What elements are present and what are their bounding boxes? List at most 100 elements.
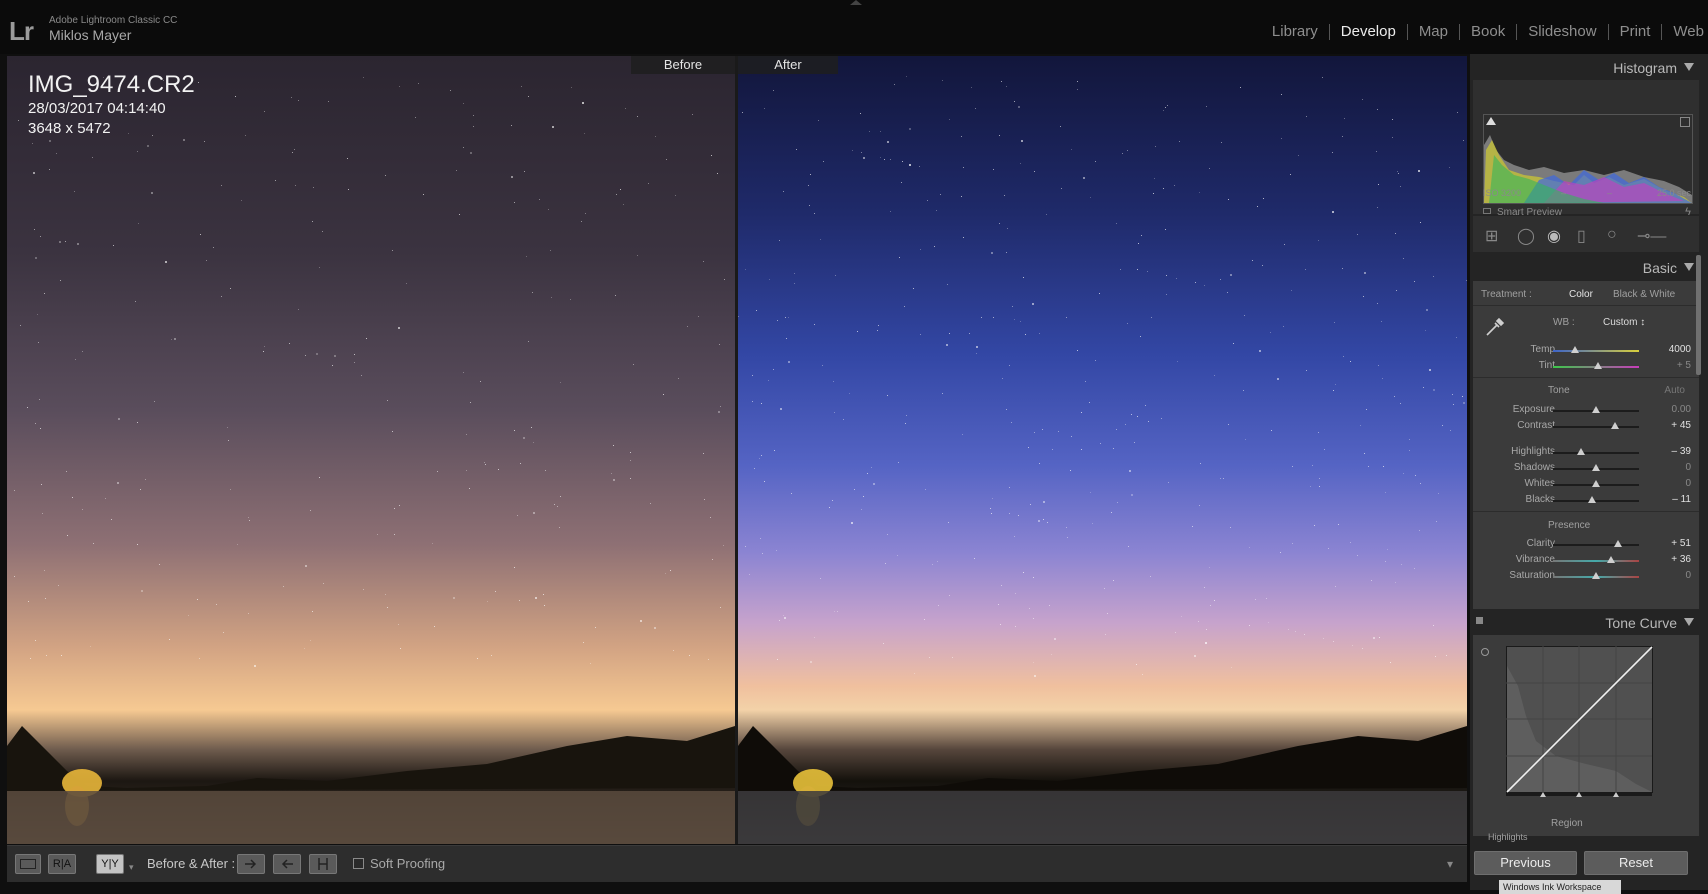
presence-label: Presence xyxy=(1548,520,1591,531)
star xyxy=(1113,580,1114,581)
highlight-clipping-warning-icon[interactable] xyxy=(1680,117,1690,127)
star xyxy=(1148,421,1149,422)
soft-proofing-checkbox[interactable] xyxy=(353,858,364,869)
star xyxy=(963,237,964,238)
treatment-bw-option[interactable]: Black & White xyxy=(1613,289,1675,300)
tone-curve-header[interactable]: Tone Curve xyxy=(1473,609,1699,635)
slider-thumb[interactable] xyxy=(1592,464,1600,471)
star xyxy=(1334,322,1335,323)
blacks-slider[interactable]: Blacks – 11 xyxy=(1473,492,1699,508)
basic-header[interactable]: Basic xyxy=(1473,254,1699,280)
star xyxy=(470,152,472,154)
star xyxy=(835,275,836,276)
clarity-slider[interactable]: Clarity + 51 xyxy=(1473,536,1699,552)
before-after-left-right-split-button[interactable]: Y|Y xyxy=(96,854,124,874)
tone-curve-graph[interactable] xyxy=(1506,646,1654,798)
slider-thumb[interactable] xyxy=(1577,448,1586,455)
right-panel-scrollbar[interactable] xyxy=(1696,255,1701,375)
star xyxy=(675,195,676,196)
module-print[interactable]: Print xyxy=(1609,24,1663,40)
slider-thumb[interactable] xyxy=(1592,572,1600,579)
star xyxy=(687,326,688,327)
copy-before-to-after-button[interactable] xyxy=(237,854,265,874)
wb-dropdown[interactable]: Custom ↕ xyxy=(1603,317,1645,328)
vibrance-slider[interactable]: Vibrance + 36 xyxy=(1473,552,1699,568)
module-web[interactable]: Web xyxy=(1662,24,1708,40)
tone-auto-button[interactable]: Auto xyxy=(1664,385,1685,396)
star xyxy=(1452,394,1453,395)
crop-icon[interactable]: ⊞ xyxy=(1485,226,1498,246)
wb-eyedropper-icon[interactable] xyxy=(1483,315,1507,339)
before-after-left-right-button[interactable]: R|A xyxy=(48,854,76,874)
view-mode-dropdown-icon[interactable]: ▾ xyxy=(129,862,134,873)
adjustment-brush-icon[interactable]: ⊸— xyxy=(1637,226,1666,246)
star xyxy=(834,412,835,413)
shadow-clipping-warning-icon[interactable] xyxy=(1486,117,1496,125)
star xyxy=(570,299,571,300)
targeted-adjustment-icon[interactable] xyxy=(1481,648,1489,656)
star xyxy=(463,147,464,148)
swap-before-after-button[interactable] xyxy=(309,854,337,874)
slider-thumb[interactable] xyxy=(1592,406,1600,413)
exposure-slider[interactable]: Exposure 0.00 xyxy=(1473,402,1699,418)
previous-button[interactable]: Previous xyxy=(1474,851,1577,875)
slider-thumb[interactable] xyxy=(1613,540,1622,547)
star xyxy=(77,243,79,245)
star xyxy=(223,632,224,633)
star xyxy=(969,333,970,334)
star xyxy=(947,284,948,285)
slider-thumb[interactable] xyxy=(1610,422,1619,429)
treatment-color-option[interactable]: Color xyxy=(1569,289,1593,300)
reset-button[interactable]: Reset xyxy=(1584,851,1688,875)
copy-after-to-before-button[interactable] xyxy=(273,854,301,874)
histogram-header[interactable]: Histogram xyxy=(1473,54,1699,80)
temp-slider[interactable]: Temp 4000 xyxy=(1473,342,1699,358)
star xyxy=(937,561,938,562)
module-library[interactable]: Library xyxy=(1261,24,1330,40)
star xyxy=(1397,171,1398,172)
tint-slider[interactable]: Tint + 5 xyxy=(1473,358,1699,374)
slider-thumb[interactable] xyxy=(1593,362,1602,369)
star xyxy=(354,362,355,363)
tone-curve-toggle-icon[interactable] xyxy=(1476,617,1483,624)
tone-label: Tone xyxy=(1548,385,1570,396)
star xyxy=(906,76,907,77)
star xyxy=(1199,505,1200,506)
star xyxy=(466,470,467,471)
slider-thumb[interactable] xyxy=(1587,496,1596,503)
star xyxy=(703,453,704,454)
tone-curve-title: Tone Curve xyxy=(1605,615,1677,631)
star xyxy=(1312,465,1313,466)
module-slideshow[interactable]: Slideshow xyxy=(1517,24,1609,40)
module-book[interactable]: Book xyxy=(1460,24,1518,40)
star xyxy=(1018,515,1019,516)
star xyxy=(1090,492,1091,493)
star xyxy=(611,473,612,474)
loupe-view-button[interactable] xyxy=(15,854,41,874)
star xyxy=(890,211,891,212)
star xyxy=(949,595,950,596)
star xyxy=(264,346,265,347)
slider-thumb[interactable] xyxy=(1570,346,1579,353)
star xyxy=(463,372,464,373)
module-develop[interactable]: Develop xyxy=(1330,24,1408,40)
highlights-slider[interactable]: Highlights – 39 xyxy=(1473,444,1699,460)
star xyxy=(35,423,36,424)
graduated-filter-icon[interactable]: ▯ xyxy=(1577,226,1586,246)
toolbar-menu-chevron-down-icon[interactable]: ▾ xyxy=(1447,857,1453,871)
saturation-slider[interactable]: Saturation 0 xyxy=(1473,568,1699,584)
star xyxy=(949,119,950,120)
module-map[interactable]: Map xyxy=(1408,24,1460,40)
star xyxy=(398,327,400,329)
star xyxy=(1167,105,1168,106)
slider-thumb[interactable] xyxy=(1592,480,1600,487)
shadows-slider[interactable]: Shadows 0 xyxy=(1473,460,1699,476)
star xyxy=(783,191,784,192)
red-eye-icon[interactable]: ◉ xyxy=(1547,226,1561,246)
slider-thumb[interactable] xyxy=(1607,556,1616,563)
top-panel-toggle-icon[interactable] xyxy=(850,0,862,5)
whites-slider[interactable]: Whites 0 xyxy=(1473,476,1699,492)
spot-removal-icon[interactable]: ◯ xyxy=(1517,226,1535,246)
contrast-slider[interactable]: Contrast + 45 xyxy=(1473,418,1699,434)
radial-filter-icon[interactable]: ○ xyxy=(1607,226,1617,244)
